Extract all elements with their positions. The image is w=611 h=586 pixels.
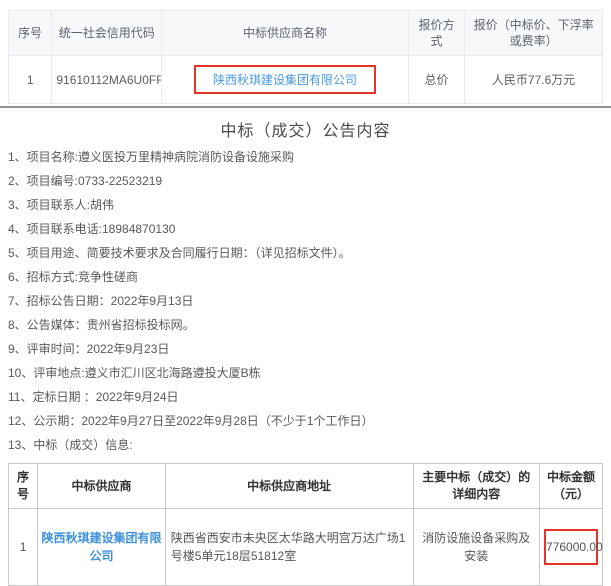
col-header-supplier-name: 中标供应商名称	[162, 11, 409, 56]
supplier-link[interactable]: 陕西秋琪建设集团有限公司	[41, 531, 161, 563]
cell-address: 陕西省西安市未央区太华路大明宫万达广场1号楼5单元18层51812室	[165, 509, 413, 586]
red-highlight-box: 陕西秋琪建设集团有限公司	[194, 65, 376, 94]
bid-summary-table: 序号 统一社会信用代码 中标供应商名称 报价方式 报价（中标价、下浮率或费率） …	[8, 10, 603, 104]
table-row: 1 91610112MA6U0FR248 陕西秋琪建设集团有限公司 总价 人民币…	[9, 56, 603, 104]
page-title: 中标（成交）公告内容	[8, 117, 603, 141]
col-header-credit-code: 统一社会信用代码	[52, 11, 162, 56]
col-header-content: 主要中标（成交）的详细内容	[413, 464, 540, 509]
announcement-item: 7、招标公告日期：2022年9月13日	[8, 295, 603, 308]
announcement-item: 1、项目名称:遵义医投万里精神病院消防设备设施采购	[8, 151, 603, 164]
announcement-item: 8、公告媒体：贵州省招标投标网。	[8, 319, 603, 332]
cell-index: 1	[9, 509, 38, 586]
col-header-index: 序号	[9, 464, 38, 509]
col-header-address: 中标供应商地址	[165, 464, 413, 509]
announcement-item: 10、评审地点:遵义市汇川区北海路遵投大厦B栋	[8, 367, 603, 380]
announcement-item: 9、评审时间：2022年9月23日	[8, 343, 603, 356]
red-highlight-box: 776000.00	[544, 529, 598, 565]
table-header-row: 序号 统一社会信用代码 中标供应商名称 报价方式 报价（中标价、下浮率或费率）	[9, 11, 603, 56]
cell-amount: 776000.00	[540, 509, 603, 586]
section-divider	[0, 106, 611, 108]
col-header-supplier: 中标供应商	[38, 464, 166, 509]
cell-supplier-name: 陕西秋琪建设集团有限公司	[162, 56, 409, 104]
announcement-item: 4、项目联系电话:18984870130	[8, 223, 603, 236]
col-header-quote-method: 报价方式	[408, 11, 464, 56]
col-header-index: 序号	[9, 11, 52, 56]
announcement-item: 3、项目联系人:胡伟	[8, 199, 603, 212]
announcement-item: 2、项目编号:0733-22523219	[8, 175, 603, 188]
col-header-amount: 中标金额（元）	[540, 464, 603, 509]
cell-credit-code: 91610112MA6U0FR248	[52, 56, 162, 104]
announcement-item: 5、项目用途、简要技术要求及合同履行日期：（详见招标文件）。	[8, 247, 603, 260]
cell-content: 消防设施设备采购及安装	[413, 509, 540, 586]
announcement-item: 6、招标方式:竞争性磋商	[8, 271, 603, 284]
cell-quote: 人民币77.6万元	[465, 56, 603, 104]
table-row: 1 陕西秋琪建设集团有限公司 陕西省西安市未央区太华路大明宫万达广场1号楼5单元…	[9, 509, 603, 586]
award-detail-table: 序号 中标供应商 中标供应商地址 主要中标（成交）的详细内容 中标金额（元） 1…	[8, 463, 603, 586]
cell-supplier: 陕西秋琪建设集团有限公司	[38, 509, 166, 586]
announcement-item-list: 1、项目名称:遵义医投万里精神病院消防设备设施采购 2、项目编号:0733-22…	[8, 151, 603, 452]
col-header-quote: 报价（中标价、下浮率或费率）	[465, 11, 603, 56]
supplier-link[interactable]: 陕西秋琪建设集团有限公司	[213, 73, 357, 87]
announcement-item: 13、中标（成交）信息:	[8, 439, 603, 452]
announcement-item: 11、定标日期 ：2022年9月24日	[8, 391, 603, 404]
announcement-item: 12、公示期：2022年9月27日至2022年9月28日（不少于1个工作日）	[8, 415, 603, 428]
table-header-row: 序号 中标供应商 中标供应商地址 主要中标（成交）的详细内容 中标金额（元）	[9, 464, 603, 509]
cell-index: 1	[9, 56, 52, 104]
announcement-page: 序号 统一社会信用代码 中标供应商名称 报价方式 报价（中标价、下浮率或费率） …	[0, 0, 611, 586]
cell-quote-method: 总价	[408, 56, 464, 104]
